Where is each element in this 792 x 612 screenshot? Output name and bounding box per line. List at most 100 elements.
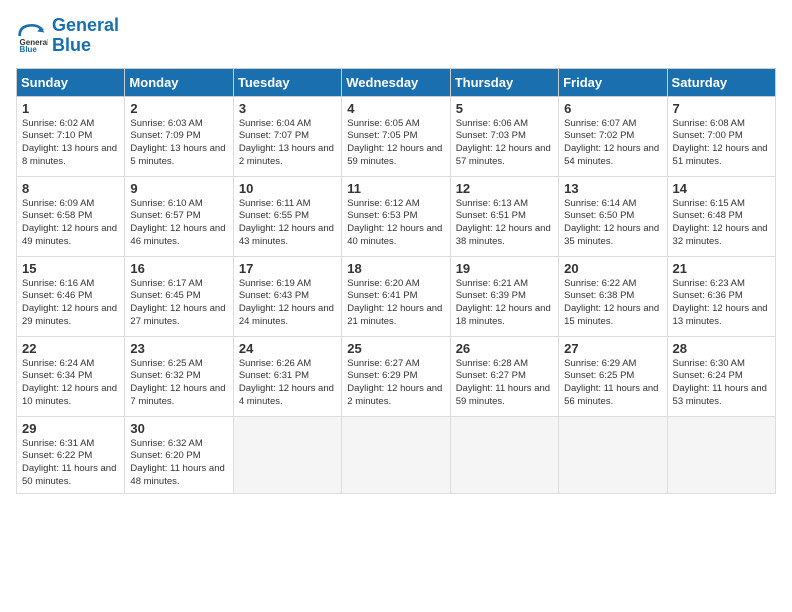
day-number: 19 (456, 261, 553, 276)
calendar-day-cell: 6 Sunrise: 6:07 AM Sunset: 7:02 PM Dayli… (559, 96, 667, 176)
day-info: Sunrise: 6:05 AM Sunset: 7:05 PM Dayligh… (347, 118, 444, 169)
day-info: Sunrise: 6:14 AM Sunset: 6:50 PM Dayligh… (564, 198, 661, 249)
calendar-header-cell: Saturday (667, 68, 775, 96)
calendar-day-cell (450, 416, 558, 493)
day-info: Sunrise: 6:31 AM Sunset: 6:22 PM Dayligh… (22, 438, 119, 489)
day-number: 27 (564, 341, 661, 356)
day-number: 29 (22, 421, 119, 436)
day-number: 24 (239, 341, 336, 356)
calendar-day-cell: 9 Sunrise: 6:10 AM Sunset: 6:57 PM Dayli… (125, 176, 233, 256)
day-number: 18 (347, 261, 444, 276)
day-info: Sunrise: 6:32 AM Sunset: 6:20 PM Dayligh… (130, 438, 227, 489)
day-info: Sunrise: 6:11 AM Sunset: 6:55 PM Dayligh… (239, 198, 336, 249)
day-number: 13 (564, 181, 661, 196)
day-number: 23 (130, 341, 227, 356)
calendar-week-row: 1 Sunrise: 6:02 AM Sunset: 7:10 PM Dayli… (17, 96, 776, 176)
calendar-day-cell: 18 Sunrise: 6:20 AM Sunset: 6:41 PM Dayl… (342, 256, 450, 336)
calendar-body: 1 Sunrise: 6:02 AM Sunset: 7:10 PM Dayli… (17, 96, 776, 493)
day-number: 16 (130, 261, 227, 276)
day-info: Sunrise: 6:24 AM Sunset: 6:34 PM Dayligh… (22, 358, 119, 409)
calendar-day-cell: 11 Sunrise: 6:12 AM Sunset: 6:53 PM Dayl… (342, 176, 450, 256)
day-number: 21 (673, 261, 770, 276)
calendar-day-cell: 20 Sunrise: 6:22 AM Sunset: 6:38 PM Dayl… (559, 256, 667, 336)
day-number: 7 (673, 101, 770, 116)
day-info: Sunrise: 6:07 AM Sunset: 7:02 PM Dayligh… (564, 118, 661, 169)
day-number: 30 (130, 421, 227, 436)
calendar-day-cell: 3 Sunrise: 6:04 AM Sunset: 7:07 PM Dayli… (233, 96, 341, 176)
day-info: Sunrise: 6:22 AM Sunset: 6:38 PM Dayligh… (564, 278, 661, 329)
svg-text:Blue: Blue (20, 45, 38, 52)
day-number: 8 (22, 181, 119, 196)
calendar-day-cell: 23 Sunrise: 6:25 AM Sunset: 6:32 PM Dayl… (125, 336, 233, 416)
calendar-header-cell: Monday (125, 68, 233, 96)
calendar-day-cell: 5 Sunrise: 6:06 AM Sunset: 7:03 PM Dayli… (450, 96, 558, 176)
calendar-day-cell: 8 Sunrise: 6:09 AM Sunset: 6:58 PM Dayli… (17, 176, 125, 256)
day-number: 15 (22, 261, 119, 276)
calendar-day-cell: 16 Sunrise: 6:17 AM Sunset: 6:45 PM Dayl… (125, 256, 233, 336)
calendar-header-cell: Friday (559, 68, 667, 96)
logo-icon: General Blue (16, 20, 48, 52)
day-number: 20 (564, 261, 661, 276)
calendar-day-cell (559, 416, 667, 493)
calendar-header-cell: Thursday (450, 68, 558, 96)
day-number: 6 (564, 101, 661, 116)
day-number: 2 (130, 101, 227, 116)
calendar-day-cell: 10 Sunrise: 6:11 AM Sunset: 6:55 PM Dayl… (233, 176, 341, 256)
calendar-day-cell: 21 Sunrise: 6:23 AM Sunset: 6:36 PM Dayl… (667, 256, 775, 336)
day-number: 5 (456, 101, 553, 116)
calendar-header-cell: Sunday (17, 68, 125, 96)
day-info: Sunrise: 6:23 AM Sunset: 6:36 PM Dayligh… (673, 278, 770, 329)
calendar-day-cell: 17 Sunrise: 6:19 AM Sunset: 6:43 PM Dayl… (233, 256, 341, 336)
calendar-week-row: 22 Sunrise: 6:24 AM Sunset: 6:34 PM Dayl… (17, 336, 776, 416)
day-number: 22 (22, 341, 119, 356)
day-info: Sunrise: 6:12 AM Sunset: 6:53 PM Dayligh… (347, 198, 444, 249)
calendar-header-cell: Wednesday (342, 68, 450, 96)
day-number: 10 (239, 181, 336, 196)
day-info: Sunrise: 6:19 AM Sunset: 6:43 PM Dayligh… (239, 278, 336, 329)
day-number: 9 (130, 181, 227, 196)
calendar-header-row: SundayMondayTuesdayWednesdayThursdayFrid… (17, 68, 776, 96)
day-info: Sunrise: 6:03 AM Sunset: 7:09 PM Dayligh… (130, 118, 227, 169)
day-number: 4 (347, 101, 444, 116)
calendar-day-cell: 26 Sunrise: 6:28 AM Sunset: 6:27 PM Dayl… (450, 336, 558, 416)
day-number: 14 (673, 181, 770, 196)
calendar-table: SundayMondayTuesdayWednesdayThursdayFrid… (16, 68, 776, 494)
day-number: 25 (347, 341, 444, 356)
day-info: Sunrise: 6:30 AM Sunset: 6:24 PM Dayligh… (673, 358, 770, 409)
day-info: Sunrise: 6:21 AM Sunset: 6:39 PM Dayligh… (456, 278, 553, 329)
calendar-day-cell: 13 Sunrise: 6:14 AM Sunset: 6:50 PM Dayl… (559, 176, 667, 256)
day-number: 12 (456, 181, 553, 196)
calendar-day-cell: 30 Sunrise: 6:32 AM Sunset: 6:20 PM Dayl… (125, 416, 233, 493)
calendar-day-cell: 22 Sunrise: 6:24 AM Sunset: 6:34 PM Dayl… (17, 336, 125, 416)
day-info: Sunrise: 6:09 AM Sunset: 6:58 PM Dayligh… (22, 198, 119, 249)
day-info: Sunrise: 6:29 AM Sunset: 6:25 PM Dayligh… (564, 358, 661, 409)
calendar-week-row: 29 Sunrise: 6:31 AM Sunset: 6:22 PM Dayl… (17, 416, 776, 493)
day-info: Sunrise: 6:04 AM Sunset: 7:07 PM Dayligh… (239, 118, 336, 169)
calendar-day-cell: 2 Sunrise: 6:03 AM Sunset: 7:09 PM Dayli… (125, 96, 233, 176)
calendar-day-cell: 25 Sunrise: 6:27 AM Sunset: 6:29 PM Dayl… (342, 336, 450, 416)
calendar-day-cell: 19 Sunrise: 6:21 AM Sunset: 6:39 PM Dayl… (450, 256, 558, 336)
day-info: Sunrise: 6:13 AM Sunset: 6:51 PM Dayligh… (456, 198, 553, 249)
day-info: Sunrise: 6:26 AM Sunset: 6:31 PM Dayligh… (239, 358, 336, 409)
logo: General Blue GeneralBlue (16, 16, 119, 56)
day-info: Sunrise: 6:15 AM Sunset: 6:48 PM Dayligh… (673, 198, 770, 249)
day-info: Sunrise: 6:06 AM Sunset: 7:03 PM Dayligh… (456, 118, 553, 169)
calendar-week-row: 15 Sunrise: 6:16 AM Sunset: 6:46 PM Dayl… (17, 256, 776, 336)
calendar-day-cell: 28 Sunrise: 6:30 AM Sunset: 6:24 PM Dayl… (667, 336, 775, 416)
calendar-day-cell: 4 Sunrise: 6:05 AM Sunset: 7:05 PM Dayli… (342, 96, 450, 176)
calendar-day-cell: 1 Sunrise: 6:02 AM Sunset: 7:10 PM Dayli… (17, 96, 125, 176)
day-info: Sunrise: 6:16 AM Sunset: 6:46 PM Dayligh… (22, 278, 119, 329)
calendar-day-cell: 27 Sunrise: 6:29 AM Sunset: 6:25 PM Dayl… (559, 336, 667, 416)
calendar-day-cell (342, 416, 450, 493)
day-number: 28 (673, 341, 770, 356)
calendar-day-cell: 7 Sunrise: 6:08 AM Sunset: 7:00 PM Dayli… (667, 96, 775, 176)
calendar-day-cell: 12 Sunrise: 6:13 AM Sunset: 6:51 PM Dayl… (450, 176, 558, 256)
day-number: 11 (347, 181, 444, 196)
calendar-day-cell: 29 Sunrise: 6:31 AM Sunset: 6:22 PM Dayl… (17, 416, 125, 493)
day-number: 3 (239, 101, 336, 116)
calendar-day-cell: 14 Sunrise: 6:15 AM Sunset: 6:48 PM Dayl… (667, 176, 775, 256)
day-info: Sunrise: 6:25 AM Sunset: 6:32 PM Dayligh… (130, 358, 227, 409)
calendar-day-cell (233, 416, 341, 493)
logo-name: GeneralBlue (52, 16, 119, 56)
calendar-day-cell: 15 Sunrise: 6:16 AM Sunset: 6:46 PM Dayl… (17, 256, 125, 336)
